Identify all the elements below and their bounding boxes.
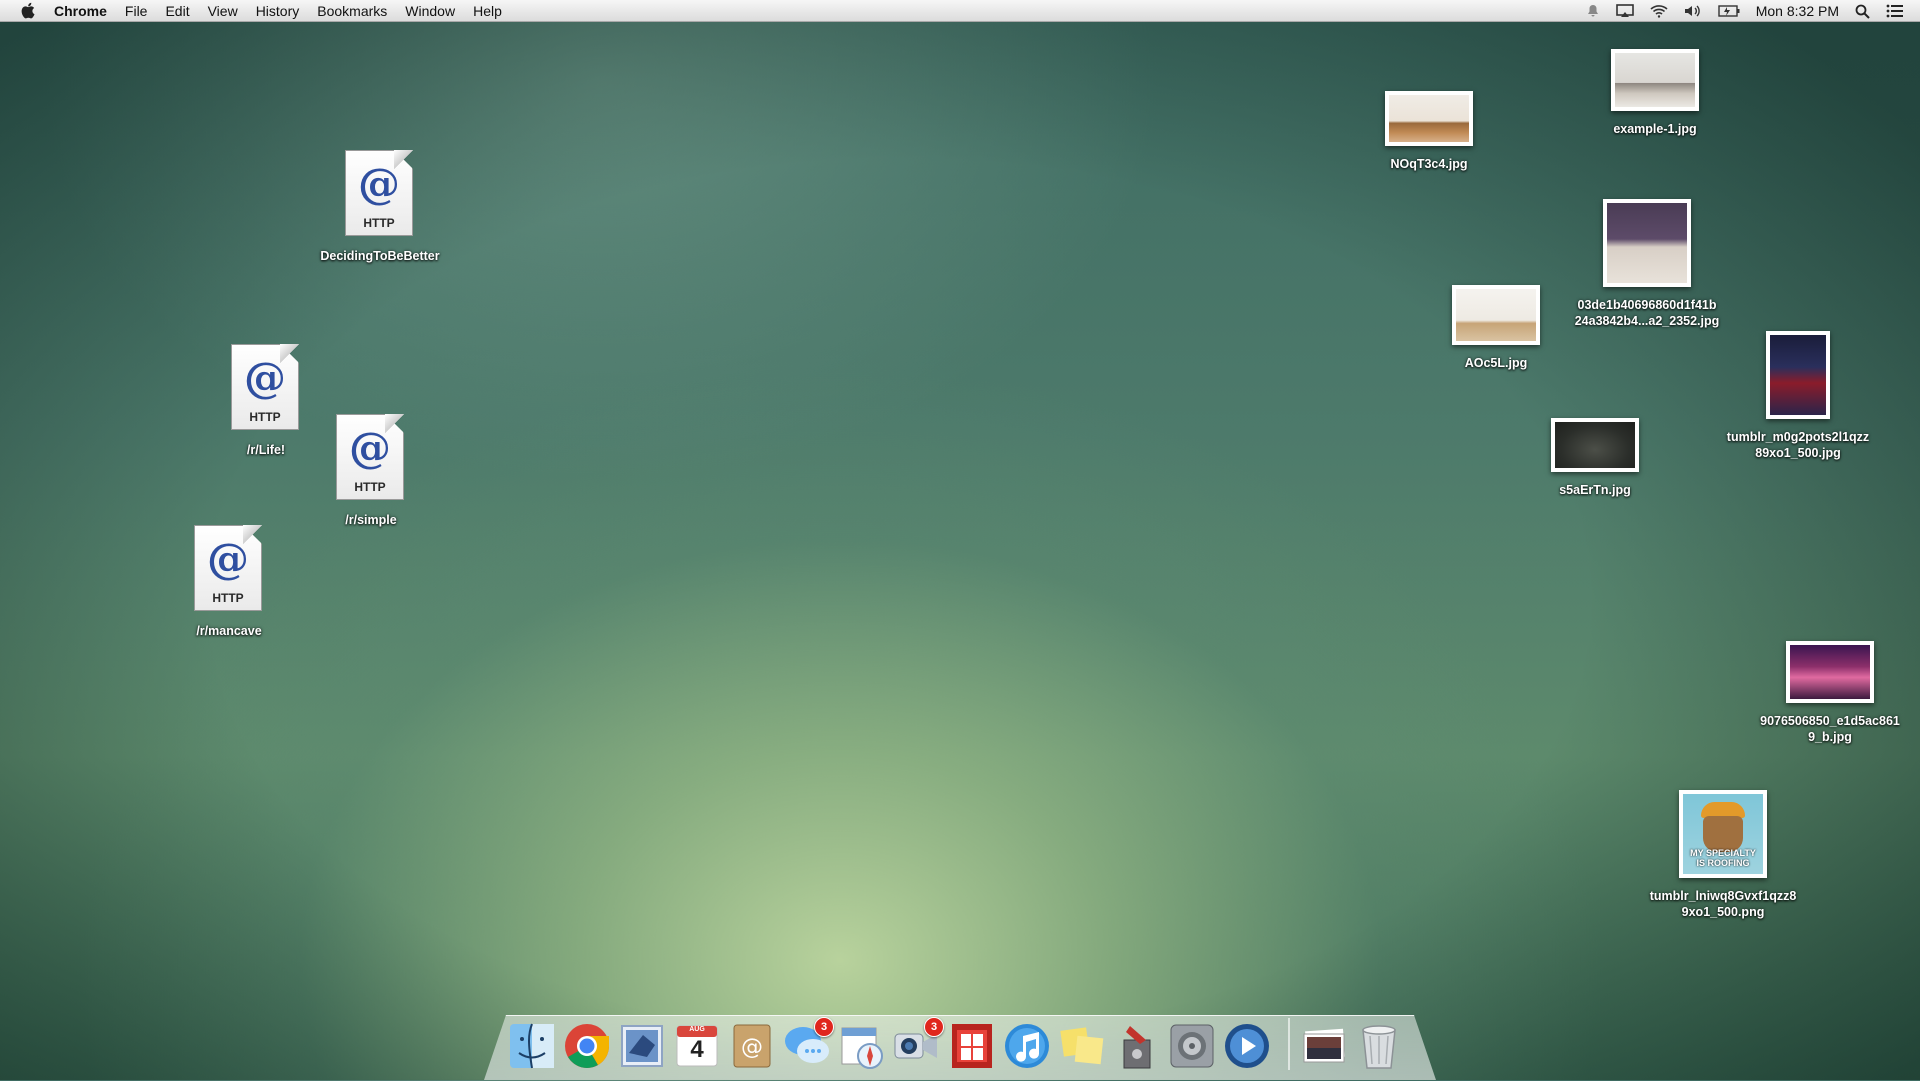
file-label: DecidingToBeBetter xyxy=(320,249,440,263)
menu-edit[interactable]: Edit xyxy=(165,3,189,19)
menu-app-chrome[interactable]: Chrome xyxy=(54,3,107,19)
apple-menu-icon[interactable] xyxy=(20,2,36,20)
http-document-icon: @ HTTP xyxy=(345,150,415,238)
file-label: example-1.jpg xyxy=(1613,122,1697,136)
image-thumbnail xyxy=(1603,199,1691,287)
file-label-line2: 24a3842b4...a2_2352.jpg xyxy=(1574,314,1720,328)
desktop-file-r-life[interactable]: @ HTTP /r/Life! xyxy=(206,344,326,458)
file-label: /r/simple xyxy=(345,513,397,527)
status-area: Mon 8:32 PM xyxy=(1586,0,1920,22)
desktop-image-example-1[interactable]: example-1.jpg xyxy=(1555,49,1755,137)
http-badge: HTTP xyxy=(249,410,281,424)
desktop-image-aoc5l[interactable]: AOc5L.jpg xyxy=(1396,285,1596,371)
file-label: /r/Life! xyxy=(246,443,286,457)
dock-system-preferences-icon[interactable] xyxy=(1168,1022,1216,1070)
meme-caption-line1: MY SPECIALTY xyxy=(1690,848,1756,858)
file-label: s5aErTn.jpg xyxy=(1559,483,1631,497)
messages-badge: 3 xyxy=(814,1017,834,1037)
file-label-line2: 89xo1_500.jpg xyxy=(1755,446,1841,460)
notification-center-icon[interactable] xyxy=(1886,4,1904,18)
airplay-icon[interactable] xyxy=(1615,4,1634,18)
desktop-image-noqt3c4[interactable]: NOqT3c4.jpg xyxy=(1329,91,1529,172)
dock-migration-icon[interactable] xyxy=(1113,1022,1161,1070)
http-badge: HTTP xyxy=(354,480,386,494)
dock-separator xyxy=(1288,1018,1290,1070)
dock-photos-stack-icon[interactable] xyxy=(1300,1022,1348,1070)
dock: AUG 4 @ 3 3 xyxy=(508,1012,1410,1070)
http-document-icon: @ HTTP xyxy=(336,414,406,502)
file-label: 9076506850_e1d5ac861 9_b.jpg xyxy=(1760,713,1900,745)
dock-itunes-icon[interactable] xyxy=(1003,1022,1051,1070)
spotlight-icon[interactable] xyxy=(1855,4,1870,19)
file-label-line2: 9xo1_500.png xyxy=(1681,905,1765,919)
dock-quicktime-icon[interactable] xyxy=(1223,1022,1271,1070)
menu-bookmarks[interactable]: Bookmarks xyxy=(317,3,387,19)
http-document-icon: @ HTTP xyxy=(194,525,264,613)
dock-mail-icon[interactable] xyxy=(618,1022,666,1070)
image-thumbnail xyxy=(1611,49,1699,111)
file-label: 03de1b40696860d1f41b 24a3842b4...a2_2352… xyxy=(1575,297,1720,329)
dock-finder-icon[interactable] xyxy=(508,1022,556,1070)
desktop-image-tumblr-m0g2pots[interactable]: tumblr_m0g2pots2l1qzz 89xo1_500.jpg xyxy=(1698,331,1898,461)
image-thumbnail xyxy=(1551,418,1639,472)
file-label-line2: 9_b.jpg xyxy=(1808,730,1852,744)
battery-icon[interactable] xyxy=(1718,5,1740,17)
dock-safari-icon[interactable] xyxy=(838,1022,886,1070)
file-label-line1: tumblr_lniwq8Gvxf1qzz8 xyxy=(1649,889,1797,903)
http-document-icon: @ HTTP xyxy=(231,344,301,432)
file-label: /r/mancave xyxy=(196,624,262,638)
desktop-file-r-mancave[interactable]: @ HTTP /r/mancave xyxy=(169,525,289,639)
menu-history[interactable]: History xyxy=(256,3,300,19)
image-thumbnail: MY SPECIALTY IS ROOFING xyxy=(1679,790,1767,878)
http-badge: HTTP xyxy=(363,216,395,230)
image-thumbnail xyxy=(1786,641,1874,703)
calendar-day: 4 xyxy=(690,1036,704,1063)
desktop-file-decidingtobebetter[interactable]: @ HTTP DecidingToBeBetter xyxy=(320,150,440,264)
menu-bar: Chrome File Edit View History Bookmarks … xyxy=(0,0,1920,22)
desktop-image-tumblr-lniwq8[interactable]: MY SPECIALTY IS ROOFING tumblr_lniwq8Gvx… xyxy=(1623,790,1823,920)
desktop-image-s5aertn[interactable]: s5aErTn.jpg xyxy=(1495,418,1695,498)
image-thumbnail xyxy=(1452,285,1540,345)
svg-text:@: @ xyxy=(741,1035,763,1060)
menu-file[interactable]: File xyxy=(125,3,148,19)
http-badge: HTTP xyxy=(212,591,244,605)
image-thumbnail xyxy=(1385,91,1473,146)
dock-messages-icon[interactable]: 3 xyxy=(783,1017,834,1070)
wifi-icon[interactable] xyxy=(1650,4,1668,18)
menu-help[interactable]: Help xyxy=(473,3,502,19)
file-label-line1: 03de1b40696860d1f41b xyxy=(1577,298,1717,312)
dock-calendar-icon[interactable]: AUG 4 xyxy=(673,1022,721,1070)
desktop-file-r-simple[interactable]: @ HTTP /r/simple xyxy=(311,414,431,528)
desktop-image-9076506850[interactable]: 9076506850_e1d5ac861 9_b.jpg xyxy=(1730,641,1920,745)
dock-contacts-icon[interactable]: @ xyxy=(728,1022,776,1070)
calendar-month: AUG xyxy=(689,1026,705,1033)
file-label: AOc5L.jpg xyxy=(1464,356,1528,370)
volume-icon[interactable] xyxy=(1684,4,1702,18)
meme-caption-line2: IS ROOFING xyxy=(1696,858,1750,868)
file-label: NOqT3c4.jpg xyxy=(1390,157,1468,171)
image-thumbnail xyxy=(1766,331,1830,419)
dock-trash-icon[interactable] xyxy=(1355,1022,1403,1070)
menu-window[interactable]: Window xyxy=(405,3,455,19)
file-label-line1: tumblr_m0g2pots2l1qzz xyxy=(1726,430,1870,444)
file-label: tumblr_lniwq8Gvxf1qzz8 9xo1_500.png xyxy=(1650,888,1797,920)
facetime-badge: 3 xyxy=(924,1017,944,1037)
file-label: tumblr_m0g2pots2l1qzz 89xo1_500.jpg xyxy=(1727,429,1869,461)
dock-photo-booth-icon[interactable] xyxy=(948,1022,996,1070)
file-label-line1: 9076506850_e1d5ac861 xyxy=(1760,714,1900,728)
dock-stickies-icon[interactable] xyxy=(1058,1022,1106,1070)
dock-facetime-icon[interactable]: 3 xyxy=(893,1017,944,1070)
dock-chrome-icon[interactable] xyxy=(563,1022,611,1070)
menubar-clock[interactable]: Mon 8:32 PM xyxy=(1756,3,1839,19)
menu-view[interactable]: View xyxy=(208,3,238,19)
notification-icon[interactable] xyxy=(1586,4,1600,18)
